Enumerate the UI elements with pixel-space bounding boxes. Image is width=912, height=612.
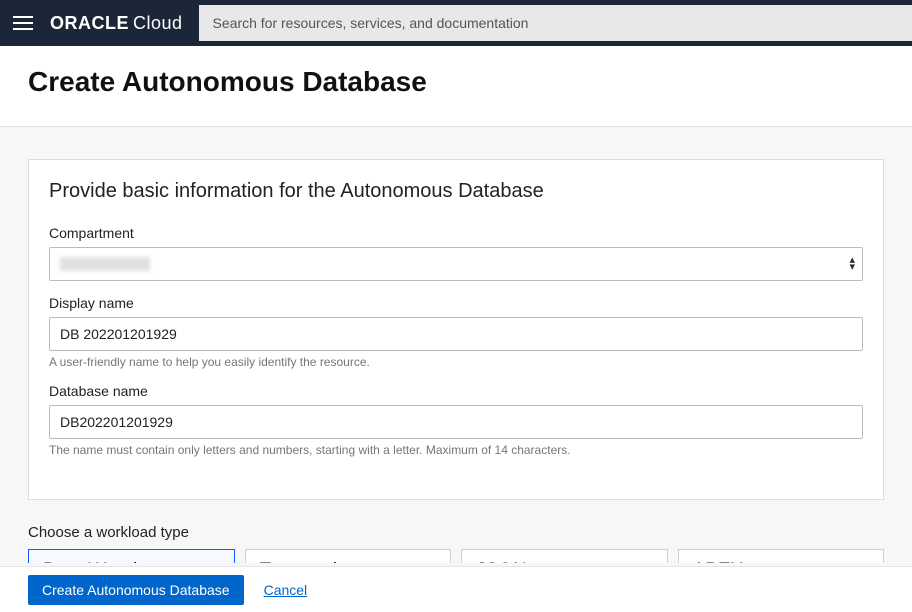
compartment-label: Compartment [49, 225, 863, 241]
brand-strong: ORACLE [50, 13, 129, 33]
chevron-updown-icon: ▴▾ [849, 257, 855, 271]
display-name-helper: A user-friendly name to help you easily … [49, 355, 863, 369]
field-display-name: Display name A user-friendly name to hel… [49, 295, 863, 369]
brand-logo: ORACLECloud [50, 13, 183, 34]
workload-section: Choose a workload type Data Warehouse Bu… [28, 524, 884, 563]
workload-card-apex[interactable]: APEX Built for Oracle APEX appli- [678, 549, 885, 563]
page-body: Provide basic information for the Autono… [0, 127, 912, 563]
display-name-label: Display name [49, 295, 863, 311]
workload-title: Transaction Processing [260, 560, 437, 563]
workload-card-json[interactable]: JSON Built for JSON-centric ap- [461, 549, 668, 563]
compartment-select[interactable]: ▴▾ [49, 247, 863, 281]
field-compartment: Compartment ▴▾ [49, 225, 863, 281]
db-name-input[interactable] [49, 405, 863, 439]
hamburger-menu-icon[interactable] [0, 0, 46, 46]
workload-card-data-warehouse[interactable]: Data Warehouse Built for decision suppor… [28, 549, 235, 563]
workload-label: Choose a workload type [28, 524, 884, 541]
compartment-value-redacted [60, 257, 150, 271]
topbar: ORACLECloud [0, 0, 912, 46]
basic-info-card: Provide basic information for the Autono… [28, 159, 884, 500]
create-button[interactable]: Create Autonomous Database [28, 575, 244, 605]
workload-title: Data Warehouse [43, 560, 220, 563]
db-name-helper: The name must contain only letters and n… [49, 443, 863, 457]
workload-title: JSON [476, 560, 653, 563]
workload-card-transaction-processing[interactable]: Transaction Processing [245, 549, 452, 563]
brand-light: Cloud [133, 13, 183, 33]
page-title: Create Autonomous Database [28, 66, 884, 98]
display-name-input[interactable] [49, 317, 863, 351]
workload-row: Data Warehouse Built for decision suppor… [28, 549, 884, 563]
cancel-button[interactable]: Cancel [264, 582, 308, 598]
basic-info-heading: Provide basic information for the Autono… [49, 180, 863, 203]
db-name-label: Database name [49, 383, 863, 399]
search-input[interactable] [199, 5, 912, 41]
footer-bar: Create Autonomous Database Cancel [0, 566, 912, 612]
workload-title: APEX [693, 560, 870, 563]
search-wrap [199, 5, 912, 41]
title-strip: Create Autonomous Database [0, 46, 912, 127]
field-db-name: Database name The name must contain only… [49, 383, 863, 457]
